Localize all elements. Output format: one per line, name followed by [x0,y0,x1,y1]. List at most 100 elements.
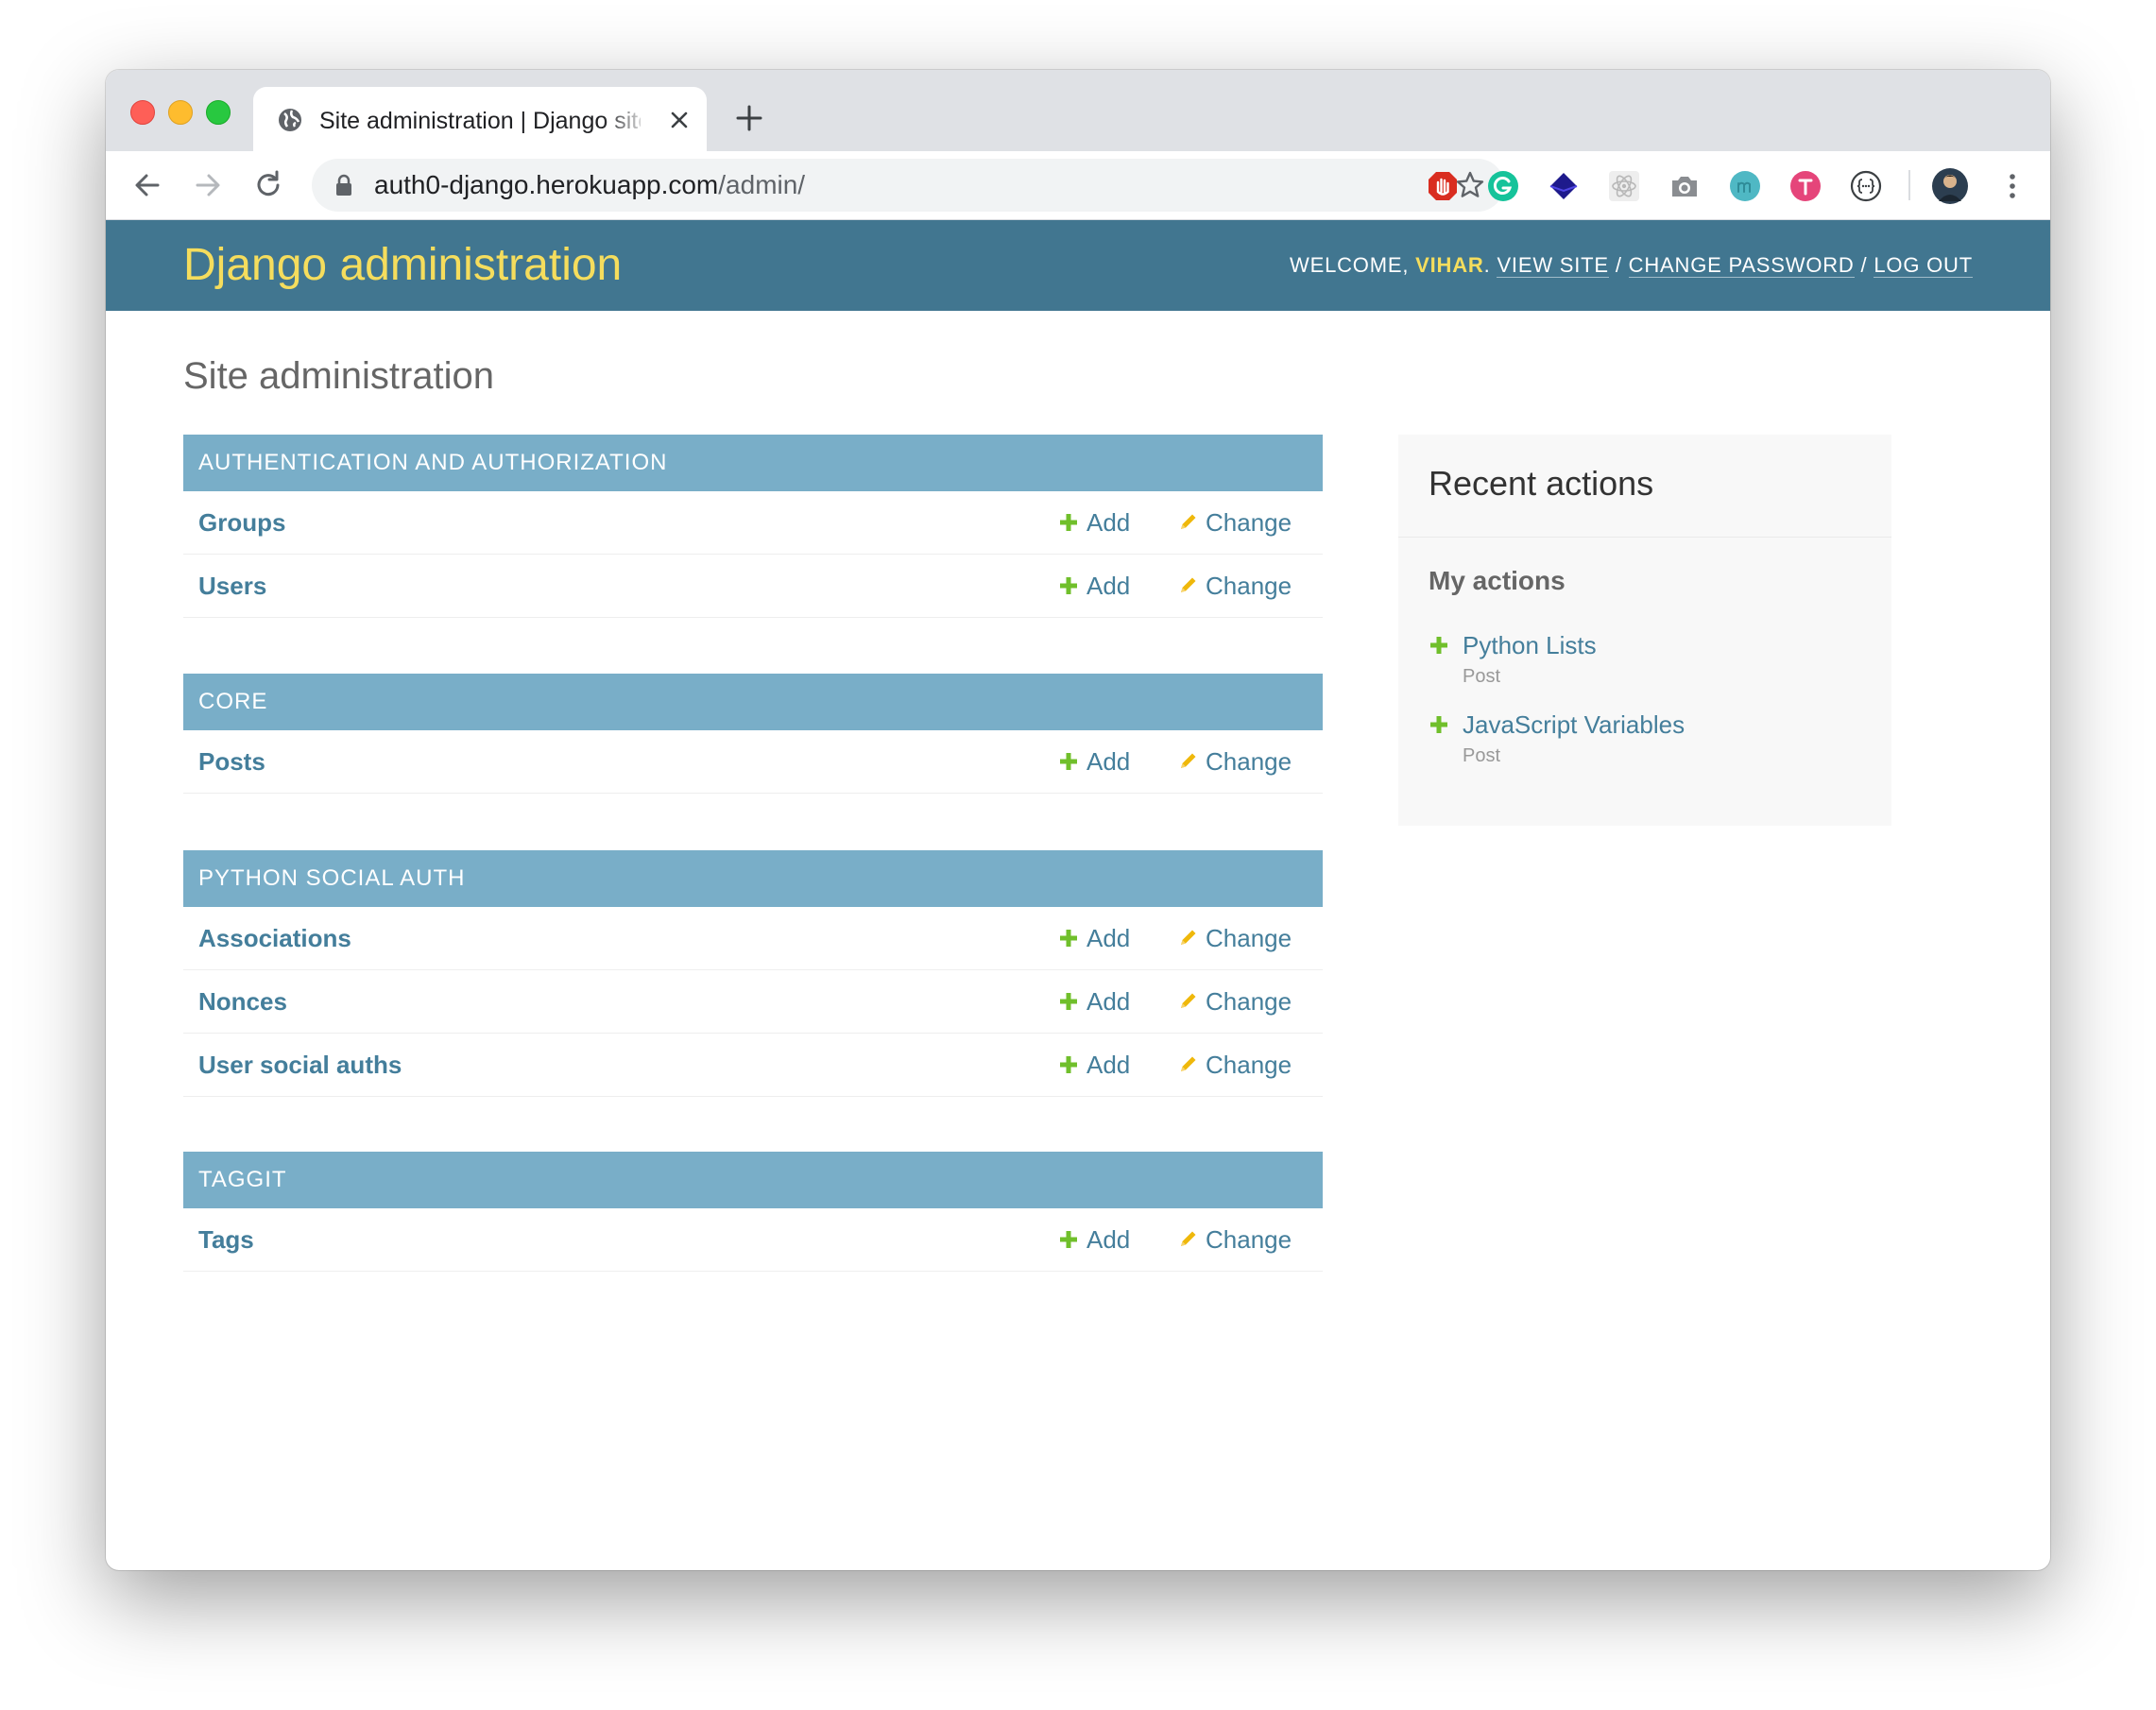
add-link[interactable]: Add [1058,507,1130,538]
add-link[interactable]: Add [1058,986,1130,1017]
grammarly-icon[interactable] [1487,170,1519,202]
user-tools: WELCOME, VIHAR. VIEW SITE / CHANGE PASSW… [1290,252,1973,279]
recent-action-type: Post [1463,666,1501,687]
user-tools-separator: / [1615,253,1622,277]
change-link[interactable]: Change [1177,571,1292,601]
recent-action-link[interactable]: JavaScript Variables [1463,709,1685,741]
page-title: Site administration [183,355,495,397]
url-path: /admin/ [718,170,806,199]
change-label: Change [1206,924,1292,952]
model-link-nonces[interactable]: Nonces [198,986,287,1017]
react-devtools-icon[interactable] [1608,170,1640,202]
add-label: Add [1087,1051,1131,1079]
add-label: Add [1087,747,1131,776]
model-link-groups[interactable]: Groups [198,507,285,538]
plus-icon [1060,993,1077,1010]
change-label: Change [1206,572,1292,600]
change-link[interactable]: Change [1177,1224,1292,1255]
tab-title: Site administration | Django site admin [319,108,641,134]
admin-header: Django administration WELCOME, VIHAR. VI… [106,220,2050,311]
add-label: Add [1087,572,1131,600]
module-caption[interactable]: TAGGIT [183,1152,1323,1208]
add-label: Add [1087,1225,1131,1254]
url-text[interactable]: auth0-django.herokuapp.com/admin/ [374,170,805,200]
username: VIHAR [1415,253,1484,277]
bookmark-star-icon[interactable] [1455,170,1485,200]
module-caption[interactable]: AUTHENTICATION AND AUTHORIZATION [183,435,1323,491]
change-link[interactable]: Change [1177,746,1292,777]
change-link[interactable]: Change [1177,507,1292,538]
user-tools-period: . [1483,253,1491,277]
change-label: Change [1206,747,1292,776]
add-link[interactable]: Add [1058,1224,1130,1255]
model-row-posts: Posts Add Change [183,730,1323,794]
globe-icon [279,109,301,131]
close-tab-icon[interactable] [665,106,693,134]
toggl-icon[interactable] [1789,170,1822,202]
recent-actions-divider [1398,537,1891,538]
close-window-button[interactable] [130,100,155,125]
site-branding[interactable]: Django administration [183,239,622,292]
change-link[interactable]: Change [1177,923,1292,953]
add-link[interactable]: Add [1058,1050,1130,1080]
minimize-window-button[interactable] [168,100,193,125]
welcome-text: WELCOME, [1290,253,1410,277]
back-arrow-icon[interactable] [130,168,164,202]
browser-tab-active[interactable]: Site administration | Django site admin [253,87,707,153]
forward-arrow-icon[interactable] [191,168,225,202]
tab-strip: Site administration | Django site admin [106,70,2050,153]
model-row-users: Users Add Change [183,555,1323,618]
add-label: Add [1087,987,1131,1016]
browser-menu-icon[interactable] [2003,170,2022,202]
change-password-link[interactable]: CHANGE PASSWORD [1628,253,1855,278]
pencil-icon [1181,1056,1196,1071]
change-label: Change [1206,1225,1292,1254]
module-caption[interactable]: CORE [183,674,1323,730]
add-link[interactable]: Add [1058,571,1130,601]
pencil-icon [1181,514,1196,529]
lock-icon[interactable] [334,174,353,197]
reload-icon[interactable] [251,168,285,202]
change-link[interactable]: Change [1177,986,1292,1017]
plus-icon [1060,753,1077,770]
my-actions-heading: My actions [1429,566,1566,595]
pencil-icon [1181,1231,1196,1246]
browser-toolbar: auth0-django.herokuapp.com/admin/ [106,151,2050,220]
model-link-tags[interactable]: Tags [198,1224,254,1255]
model-row-nonces: Nonces Add Change [183,970,1323,1034]
model-link-associations[interactable]: Associations [198,923,351,953]
log-out-link[interactable]: LOG OUT [1874,253,1973,278]
change-label: Change [1206,987,1292,1016]
model-link-users[interactable]: Users [198,571,266,601]
plus-icon [1060,514,1077,531]
json-viewer-icon[interactable] [1850,170,1882,202]
ublock-icon[interactable] [1427,170,1459,202]
maximize-window-button[interactable] [206,100,231,125]
plus-icon [1060,1231,1077,1248]
new-tab-icon[interactable] [733,102,765,134]
tab-title-fade [603,104,650,138]
mercury-reader-icon[interactable] [1729,170,1761,202]
recent-actions-title: Recent actions [1429,464,1654,503]
change-label: Change [1206,1051,1292,1079]
recent-actions-panel: Recent actions My actions Python Lists P… [1398,435,1891,826]
pencil-icon [1181,753,1196,768]
model-link-posts[interactable]: Posts [198,746,265,777]
add-label: Add [1087,924,1131,952]
change-link[interactable]: Change [1177,1050,1292,1080]
screenshot-camera-icon[interactable] [1668,170,1701,202]
add-link[interactable]: Add [1058,923,1130,953]
recent-action-link[interactable]: Python Lists [1463,629,1597,661]
plus-icon [1430,716,1447,733]
add-link[interactable]: Add [1058,746,1130,777]
view-site-link[interactable]: VIEW SITE [1497,253,1609,278]
module-python-social-auth: PYTHON SOCIAL AUTH Associations Add Chan… [183,850,1323,1097]
model-link-user-social-auths[interactable]: User social auths [198,1050,402,1080]
dark-diamond-icon[interactable] [1548,170,1580,202]
plus-icon [1060,930,1077,947]
address-bar[interactable]: auth0-django.herokuapp.com/admin/ [312,159,1504,212]
module-caption[interactable]: PYTHON SOCIAL AUTH [183,850,1323,907]
model-row-associations: Associations Add Change [183,907,1323,970]
profile-avatar[interactable] [1931,167,1969,205]
pencil-icon [1181,993,1196,1008]
